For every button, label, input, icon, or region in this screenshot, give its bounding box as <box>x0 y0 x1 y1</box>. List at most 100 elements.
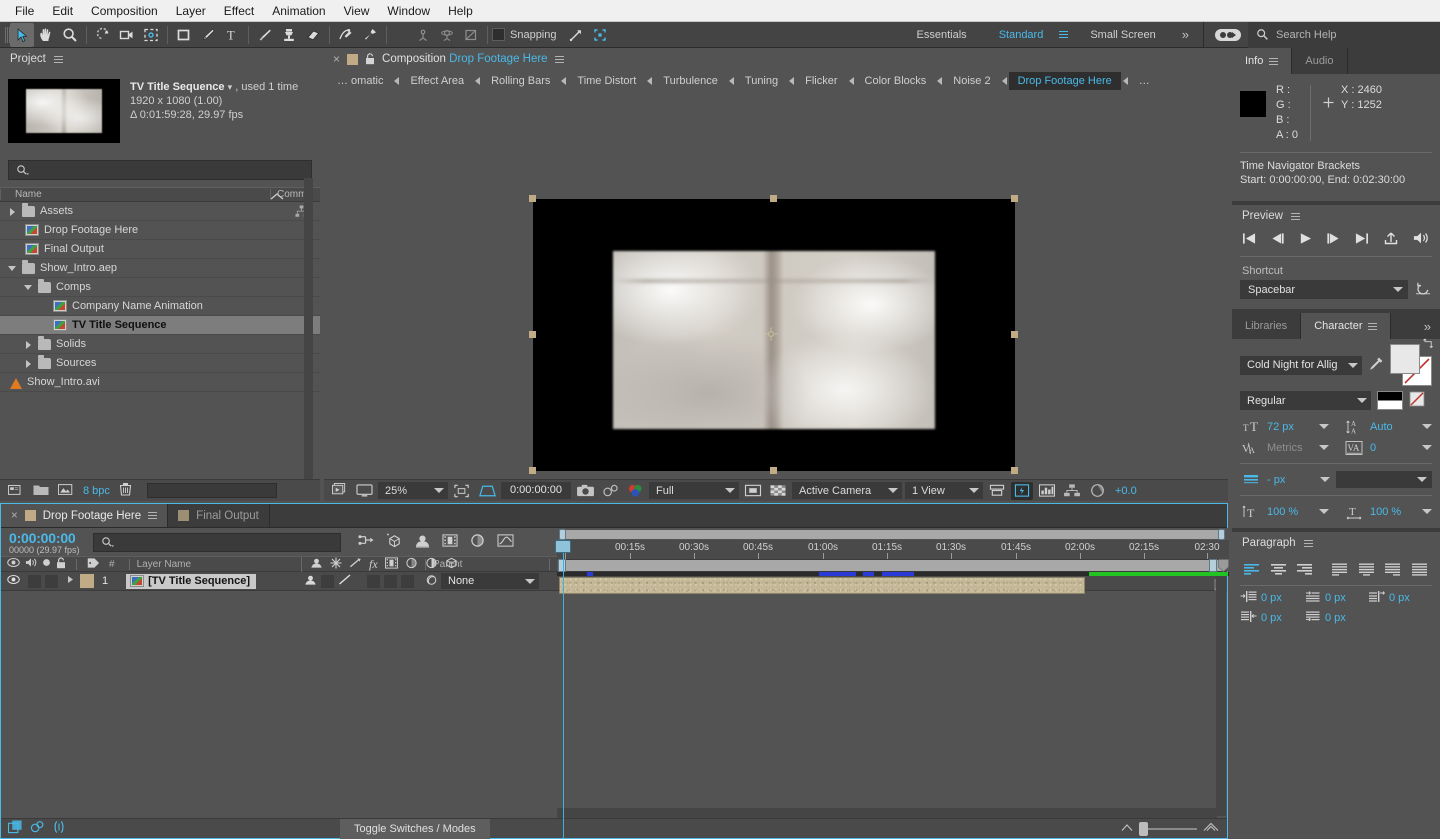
composition-mini-flowchart-icon[interactable] <box>358 533 375 551</box>
snapshot-camera-icon[interactable] <box>574 482 596 500</box>
tab-info[interactable]: Info <box>1232 48 1293 74</box>
indent-first-line-field[interactable]: 0 px <box>1304 590 1368 606</box>
layer-audio-toggle[interactable] <box>28 574 41 588</box>
search-help-box[interactable]: Search Help <box>1248 21 1440 48</box>
workspace-standard[interactable]: Standard <box>983 22 1060 48</box>
comp-tab-drop-footage-here[interactable]: Drop Footage Here <box>1008 72 1121 90</box>
comp-tab-color-blocks[interactable]: Color Blocks <box>856 72 936 90</box>
stroke-style-dropdown[interactable] <box>1336 471 1432 488</box>
no-fill-swatch[interactable] <box>1409 391 1425 410</box>
selection-handle-tr[interactable] <box>1011 195 1018 202</box>
comp-tab-flicker[interactable]: Flicker <box>796 72 846 90</box>
disclosure-triangle-icon[interactable] <box>24 340 33 349</box>
anchor-point-icon[interactable] <box>764 327 778 341</box>
font-family-dropdown[interactable]: Cold Night for Allig <box>1240 355 1362 375</box>
camera-view-dropdown[interactable]: Active Camera <box>792 482 902 499</box>
graph-editor-icon[interactable] <box>497 533 514 551</box>
preview-panel-menu-icon[interactable] <box>1290 212 1300 220</box>
zoom-slider-thumb[interactable] <box>1139 821 1148 836</box>
tab-audio[interactable]: Audio <box>1292 48 1348 74</box>
layer-name-box[interactable]: [TV Title Sequence] <box>126 573 256 589</box>
work-area-start-handle[interactable] <box>558 559 566 572</box>
layer-motion-blur-toggle[interactable] <box>401 574 414 588</box>
indent-right-field[interactable]: 0 px <box>1368 590 1432 606</box>
timeline-scrollbar-horizontal[interactable] <box>557 808 1217 818</box>
project-settings-icon[interactable] <box>57 483 74 499</box>
selection-handle-bl[interactable] <box>529 467 536 474</box>
toolbar-grip[interactable] <box>0 25 10 45</box>
project-scrollbar-vertical[interactable] <box>304 178 313 495</box>
label-tag-icon[interactable] <box>87 557 100 572</box>
time-navigator-handle-right[interactable] <box>1218 529 1225 540</box>
zoom-tool[interactable] <box>58 23 82 47</box>
tracking-field[interactable]: 0 <box>1367 439 1432 456</box>
chevron-left-icon[interactable] <box>559 72 568 90</box>
mute-audio-button[interactable] <box>1413 231 1430 248</box>
time-navigator-handle-left[interactable] <box>559 529 566 540</box>
timeline-zoom-slider[interactable] <box>1121 821 1227 836</box>
layer-video-toggle[interactable] <box>1 574 20 588</box>
character-panel-menu-icon[interactable] <box>1368 322 1378 330</box>
comp-tab-effect-area[interactable]: Effect Area <box>401 72 473 90</box>
resolution-dropdown[interactable]: Full <box>649 482 739 499</box>
shortcut-dropdown[interactable]: Spacebar <box>1240 280 1408 299</box>
chevron-left-icon[interactable] <box>645 72 654 90</box>
project-row-assets[interactable]: Assets <box>0 202 320 221</box>
effects-column-icon[interactable]: fx <box>369 557 378 572</box>
pan-behind-tool[interactable] <box>459 23 483 47</box>
layer-label-color[interactable] <box>80 574 94 588</box>
snapping-checkbox[interactable] <box>492 28 505 41</box>
right-dock-overflow-chevron-icon[interactable]: » <box>1424 313 1440 339</box>
transparency-grid-icon[interactable] <box>476 482 498 500</box>
comp-flowchart-icon[interactable] <box>1061 482 1083 500</box>
align-center-button[interactable] <box>1267 560 1291 578</box>
fast-previews-icon[interactable] <box>1011 481 1033 500</box>
timeline-scrollbar-vertical[interactable] <box>1216 576 1226 816</box>
chevron-left-icon[interactable] <box>935 72 944 90</box>
menu-view[interactable]: View <box>335 2 379 20</box>
previous-frame-button[interactable] <box>1270 232 1285 248</box>
work-area-range[interactable] <box>562 560 1223 571</box>
comp-tab-overflow[interactable]: … <box>1130 72 1159 90</box>
timeline-search-input[interactable] <box>92 532 341 552</box>
chevron-left-icon[interactable] <box>392 72 401 90</box>
project-footer-field[interactable] <box>146 483 277 498</box>
snap-arrow-icon[interactable] <box>564 23 588 47</box>
disclosure-triangle-icon[interactable] <box>8 207 17 216</box>
snap-target-icon[interactable] <box>588 23 612 47</box>
project-row-comps[interactable]: Comps <box>0 278 320 297</box>
selection-handle-tl[interactable] <box>529 195 536 202</box>
hand-tool[interactable] <box>34 23 58 47</box>
fill-swatch[interactable] <box>1389 344 1420 374</box>
font-size-field[interactable]: 72 px <box>1264 418 1329 435</box>
chevron-left-icon[interactable] <box>1121 72 1130 90</box>
toggle-switches-modes-button[interactable]: Toggle Switches / Modes <box>340 818 490 839</box>
project-row-final-output[interactable]: Final Output <box>0 240 320 259</box>
enable-motion-blur-icon[interactable] <box>469 533 486 551</box>
selected-item-dropdown-icon[interactable]: ▾ <box>228 82 233 92</box>
camera-tool[interactable] <box>115 23 139 47</box>
layer-shy-toggle[interactable] <box>304 574 317 589</box>
video-eye-icon[interactable] <box>7 557 20 571</box>
workspace-overflow-chevron-icon[interactable]: » <box>1172 27 1199 42</box>
project-panel-menu-icon[interactable] <box>53 55 63 63</box>
menu-animation[interactable]: Animation <box>263 2 334 20</box>
menu-file[interactable]: File <box>6 2 43 20</box>
region-of-interest-icon[interactable] <box>451 482 473 500</box>
menu-window[interactable]: Window <box>378 2 439 20</box>
kerning-field[interactable]: Metrics <box>1264 439 1329 456</box>
magnification-dropdown[interactable]: 25% <box>378 482 448 499</box>
channel-rgb-icon[interactable] <box>624 482 646 500</box>
layer-effects-toggle[interactable] <box>367 574 380 588</box>
eraser-tool[interactable] <box>301 23 325 47</box>
enable-frame-blending-icon[interactable] <box>442 533 458 551</box>
timeline-tab-drop-footage-here[interactable]: × Drop Footage Here <box>1 504 169 527</box>
align-left-button[interactable] <box>1240 560 1264 578</box>
layer-adjustment-toggle[interactable] <box>425 574 438 589</box>
new-comp-icon[interactable] <box>7 483 24 499</box>
timeline-view-icon[interactable] <box>1036 482 1058 500</box>
project-row-tv-title-sequence[interactable]: TV Title Sequence <box>0 316 320 335</box>
tab-character[interactable]: Character <box>1301 313 1392 339</box>
selection-handle-mr[interactable] <box>1011 331 1018 338</box>
layer-duration-bar[interactable] <box>559 577 1085 594</box>
